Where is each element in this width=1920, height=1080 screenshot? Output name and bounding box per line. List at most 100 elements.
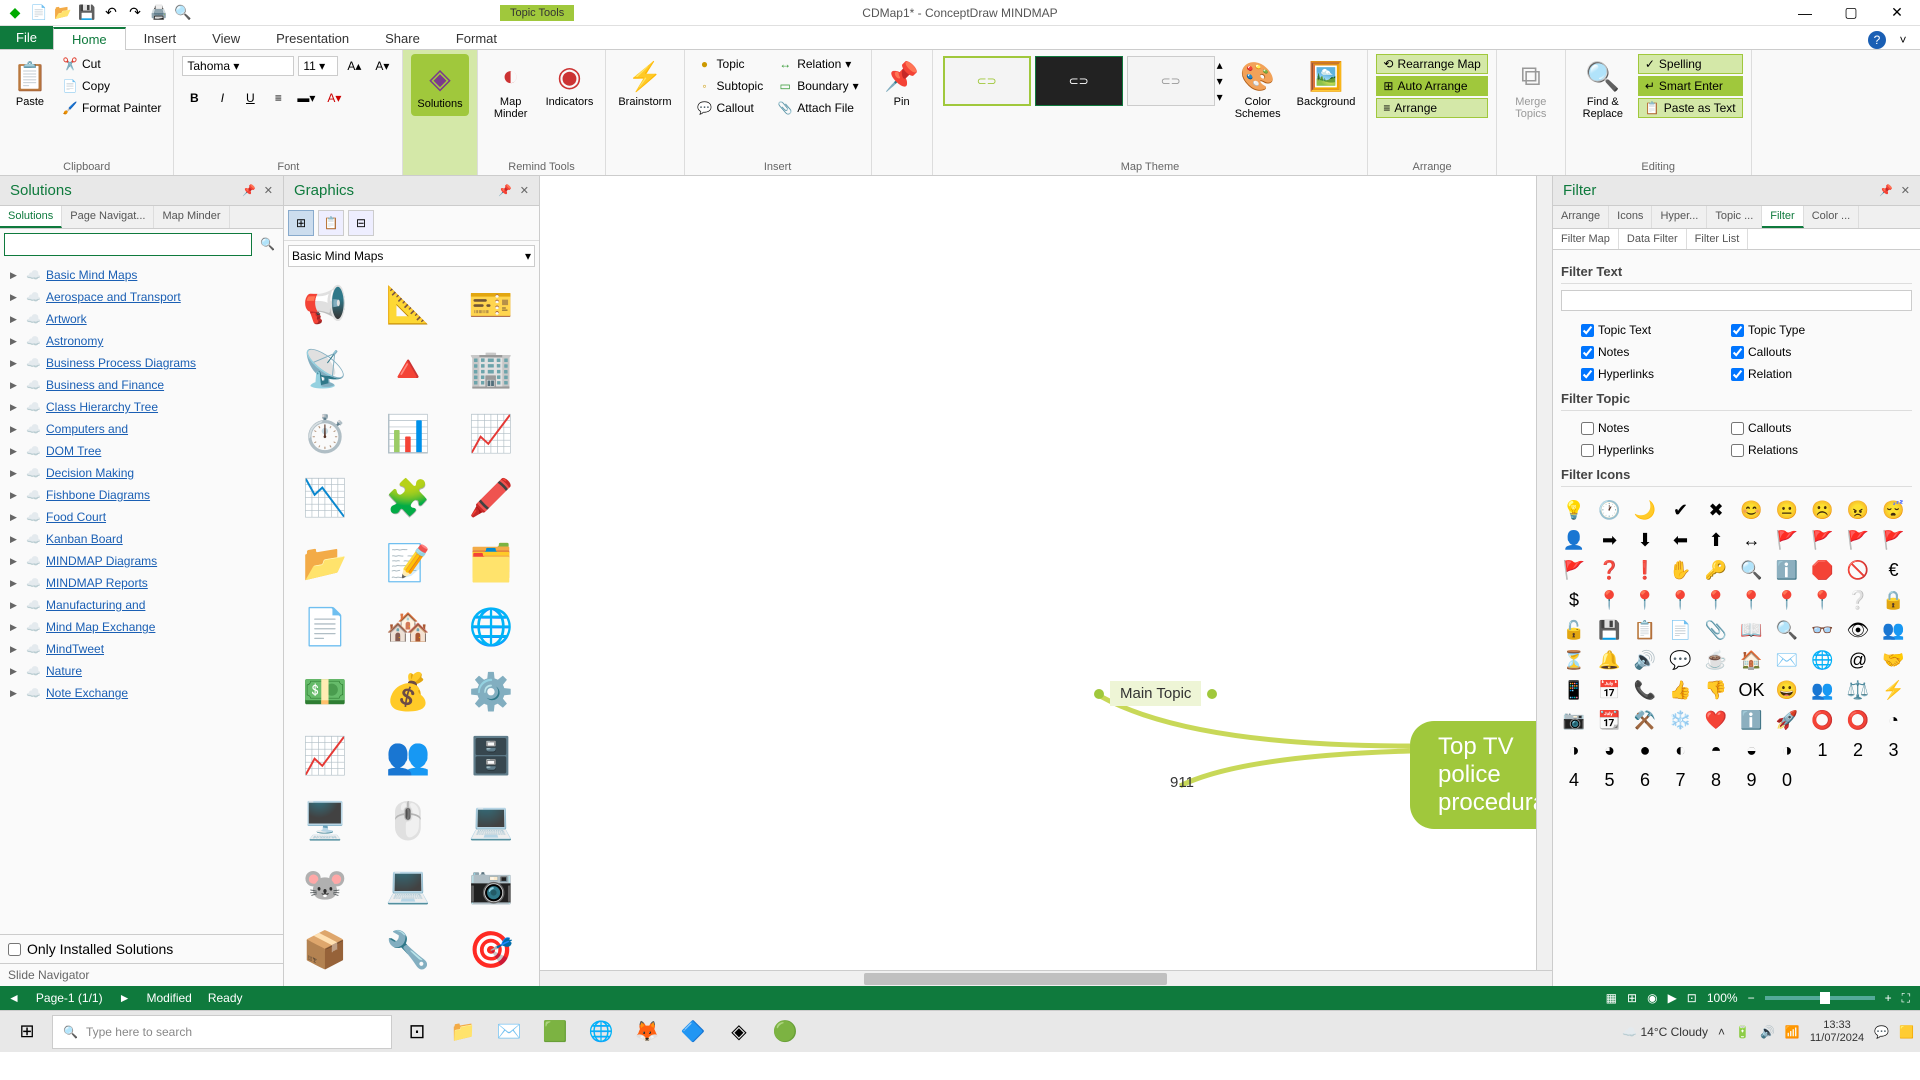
- expand-icon[interactable]: ▶: [10, 490, 20, 501]
- sol-item[interactable]: ▶☁️Aerospace and Transport: [8, 286, 275, 308]
- filter-icon-item[interactable]: ◒: [1739, 737, 1765, 763]
- sol-link[interactable]: Kanban Board: [46, 532, 123, 546]
- indicators-button[interactable]: ◉Indicators: [542, 54, 598, 112]
- sol-item[interactable]: ▶☁️Kanban Board: [8, 528, 275, 550]
- graphics-item[interactable]: 🔺: [373, 341, 443, 397]
- filter-icon-item[interactable]: 📞: [1632, 677, 1658, 703]
- close-panel-icon[interactable]: ✕: [264, 184, 273, 197]
- sol-link[interactable]: Computers and: [46, 422, 128, 436]
- sol-item[interactable]: ▶☁️Artwork: [8, 308, 275, 330]
- filter-icon-item[interactable]: $: [1561, 587, 1587, 613]
- filter-icon-item[interactable]: 🔑: [1703, 557, 1729, 583]
- theme-down[interactable]: ▾: [1217, 74, 1223, 88]
- redo-icon[interactable]: ↷: [126, 4, 144, 22]
- filter-icon-item[interactable]: 🤝: [1881, 647, 1907, 673]
- handle-icon[interactable]: [1207, 689, 1217, 699]
- filter-icon-item[interactable]: 📍: [1668, 587, 1694, 613]
- graphics-item[interactable]: 🏢: [456, 341, 526, 397]
- filter-icon-item[interactable]: 🚫: [1845, 557, 1871, 583]
- graphics-item[interactable]: 📐: [373, 277, 443, 333]
- expand-icon[interactable]: ▶: [10, 446, 20, 457]
- file-tab[interactable]: File: [0, 26, 53, 49]
- filter-icon-item[interactable]: ◔: [1881, 707, 1907, 733]
- tab-hyper[interactable]: Hyper...: [1652, 206, 1707, 228]
- smart-enter-button[interactable]: ↵Smart Enter: [1638, 76, 1743, 96]
- subtopic-button[interactable]: ◦Subtopic: [693, 76, 768, 96]
- filter-icon-item[interactable]: 🚩: [1561, 557, 1587, 583]
- view-icon-3[interactable]: ◉: [1647, 991, 1657, 1005]
- solutions-button[interactable]: ◈ Solutions: [411, 54, 468, 116]
- filter-icon-item[interactable]: 1: [1810, 737, 1836, 763]
- subtab-filter-map[interactable]: Filter Map: [1553, 229, 1619, 249]
- preview-icon[interactable]: 🔍: [174, 4, 192, 22]
- shrink-font-button[interactable]: A▾: [370, 54, 394, 78]
- sol-link[interactable]: Nature: [46, 664, 82, 678]
- filter-icon-item[interactable]: 📄: [1668, 617, 1694, 643]
- view-icon-1[interactable]: ▦: [1606, 991, 1617, 1005]
- only-installed-checkbox[interactable]: Only Installed Solutions: [0, 934, 283, 963]
- view-icon-4[interactable]: ▶: [1668, 991, 1677, 1005]
- sol-item[interactable]: ▶☁️Note Exchange: [8, 682, 275, 704]
- filter-icon-item[interactable]: ⭕: [1810, 707, 1836, 733]
- filter-icon-item[interactable]: 👍: [1668, 677, 1694, 703]
- filter-icon-item[interactable]: ❗: [1632, 557, 1658, 583]
- relation-button[interactable]: ↔Relation ▾: [773, 54, 862, 74]
- mail-icon[interactable]: ✉️: [488, 1014, 530, 1050]
- graphics-item[interactable]: 📈: [290, 728, 360, 784]
- sol-link[interactable]: Note Exchange: [46, 686, 128, 700]
- notifications-icon[interactable]: 💬: [1874, 1025, 1889, 1039]
- graphics-grid[interactable]: 📢📐🎫📡🔺🏢⏱️📊📈📉🧩🖍️📂📝🗂️📄🏘️🌐💵💰⚙️📈👥🗄️🖥️🖱️💻🐭💻📷📦🔧…: [284, 271, 539, 986]
- expand-icon[interactable]: ▶: [10, 556, 20, 567]
- filter-icon-item[interactable]: 🌙: [1632, 497, 1658, 523]
- filter-icon-item[interactable]: ⚡: [1881, 677, 1907, 703]
- filter-icon-item[interactable]: ✔: [1668, 497, 1694, 523]
- paste-as-text-button[interactable]: 📋Paste as Text: [1638, 98, 1743, 118]
- cb-topic-type[interactable]: Topic Type: [1731, 323, 1841, 337]
- maximize-button[interactable]: ▢: [1828, 0, 1874, 26]
- filter-icon-item[interactable]: 💾: [1597, 617, 1623, 643]
- map-minder-button[interactable]: ◐Map Minder: [486, 54, 536, 124]
- filter-icon-item[interactable]: ❔: [1845, 587, 1871, 613]
- volume-icon[interactable]: 🔊: [1760, 1025, 1775, 1039]
- subtab-filter-list[interactable]: Filter List: [1687, 229, 1749, 249]
- cb-notes-2[interactable]: Notes: [1581, 421, 1691, 435]
- close-button[interactable]: ✕: [1874, 0, 1920, 26]
- filter-icon-item[interactable]: ✖: [1703, 497, 1729, 523]
- filter-icon-item[interactable]: 🚩: [1774, 527, 1800, 553]
- expand-icon[interactable]: ▶: [10, 688, 20, 699]
- cb-hyperlinks-2[interactable]: Hyperlinks: [1581, 443, 1691, 457]
- sol-link[interactable]: Artwork: [46, 312, 87, 326]
- filter-icon-item[interactable]: 👎: [1703, 677, 1729, 703]
- filter-icon-item[interactable]: 🔒: [1881, 587, 1907, 613]
- sol-link[interactable]: Astronomy: [46, 334, 103, 348]
- font-color-button[interactable]: A▾: [322, 86, 346, 110]
- filter-icon-item[interactable]: 🔔: [1597, 647, 1623, 673]
- tab-presentation[interactable]: Presentation: [258, 28, 367, 49]
- gfx-view-grid-button[interactable]: ⊞: [288, 210, 314, 236]
- expand-icon[interactable]: ▶: [10, 622, 20, 633]
- sol-link[interactable]: Manufacturing and: [46, 598, 145, 612]
- view-icon-5[interactable]: ⊡: [1687, 991, 1697, 1005]
- filter-icon-item[interactable]: 📆: [1597, 707, 1623, 733]
- grow-font-button[interactable]: A▴: [342, 54, 366, 78]
- sol-item[interactable]: ▶☁️Nature: [8, 660, 275, 682]
- gfx-view-icons-button[interactable]: ⊟: [348, 210, 374, 236]
- zoom-out-button[interactable]: −: [1748, 991, 1755, 1005]
- filter-icon-item[interactable]: 😊: [1739, 497, 1765, 523]
- sol-item[interactable]: ▶☁️Business Process Diagrams: [8, 352, 275, 374]
- filter-icon-item[interactable]: OK: [1739, 677, 1765, 703]
- central-topic[interactable]: Top TV police procedurals −: [1410, 721, 1552, 829]
- copy-button[interactable]: 📄Copy: [58, 76, 165, 96]
- filter-icon-item[interactable]: ⏳: [1561, 647, 1587, 673]
- filter-icon-item[interactable]: 👥: [1810, 677, 1836, 703]
- filter-text-input[interactable]: [1561, 290, 1912, 311]
- next-page-button[interactable]: ►: [119, 991, 131, 1005]
- expand-icon[interactable]: ▶: [10, 402, 20, 413]
- font-name-combo[interactable]: Tahoma ▾: [182, 56, 294, 76]
- theme-thumb-3[interactable]: ⊂⊃: [1127, 56, 1215, 106]
- filter-icon-item[interactable]: 👤: [1561, 527, 1587, 553]
- graphics-item[interactable]: 💰: [373, 664, 443, 720]
- sol-link[interactable]: Fishbone Diagrams: [46, 488, 150, 502]
- filter-icon-item[interactable]: ☹️: [1810, 497, 1836, 523]
- sol-link[interactable]: Decision Making: [46, 466, 134, 480]
